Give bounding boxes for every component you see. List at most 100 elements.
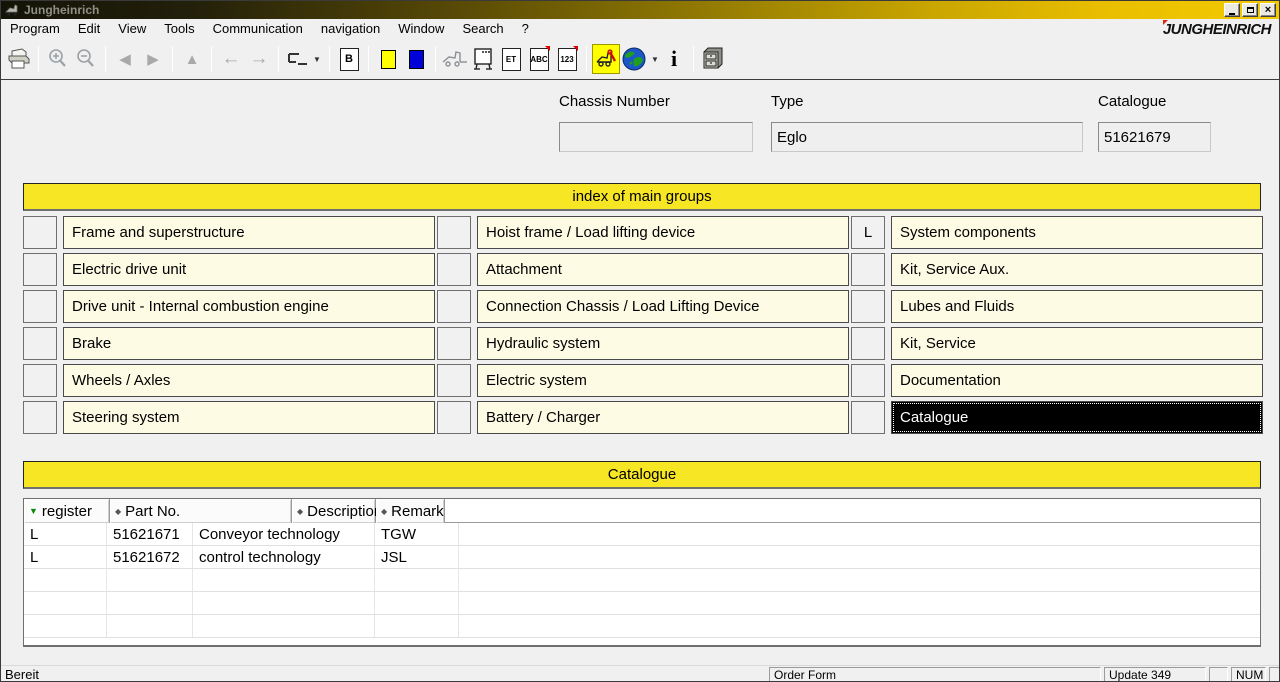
page-back-button[interactable]: ◀ (111, 44, 139, 74)
main-group-cell[interactable]: Steering system (63, 401, 435, 434)
toolbar-separator (38, 46, 39, 72)
empty-table-row (24, 569, 1260, 592)
menu-item[interactable]: Edit (69, 19, 109, 39)
table-row[interactable]: L 51621672 control technology JSL (24, 546, 1260, 569)
main-group-cell[interactable]: Electric drive unit (63, 253, 435, 286)
main-group-cell[interactable]: Kit, Service (891, 327, 1263, 360)
menu-item[interactable]: Search (453, 19, 512, 39)
page-forward-button[interactable]: ▶ (139, 44, 167, 74)
main-group-cell[interactable]: Electric system (477, 364, 849, 397)
menu-item[interactable]: ? (513, 19, 538, 39)
main-group-cell[interactable]: Wheels / Axles (63, 364, 435, 397)
close-button[interactable]: × (1260, 3, 1276, 17)
catalogue-number-input[interactable] (1098, 122, 1211, 152)
logo-text: UNGHEINRICH (1170, 20, 1272, 38)
register-indicator (851, 290, 885, 323)
toolbar-separator (172, 46, 173, 72)
main-group-row: Frame and superstructure (23, 216, 435, 249)
blue-square-icon (408, 49, 424, 69)
main-group-row: Drive unit - Internal combustion engine (23, 290, 435, 323)
register-indicator (23, 327, 57, 360)
column-header[interactable]: ◆ Description (292, 499, 382, 523)
charger-cabinet-icon (474, 48, 492, 70)
abc-document-icon: ABC (529, 45, 550, 71)
restore-button[interactable] (1242, 3, 1258, 17)
menubar: Program Edit View Tools Communication navigat… (1, 19, 1279, 39)
zoom-out-button[interactable] (72, 44, 100, 74)
main-group-cell[interactable]: Catalogue (891, 401, 1263, 434)
titlebar: Jungheinrich × (1, 1, 1279, 19)
abc-doc-label: ABC (530, 54, 548, 64)
register-indicator: L (851, 216, 885, 249)
toolbar-separator (586, 46, 587, 72)
charger-cabinet-button[interactable] (469, 44, 497, 74)
menu-item[interactable]: navigation (312, 19, 389, 39)
archive-button[interactable] (699, 44, 727, 74)
zoom-in-icon (49, 49, 66, 67)
main-group-cell[interactable]: Frame and superstructure (63, 216, 435, 249)
main-group-cell[interactable]: Battery / Charger (477, 401, 849, 434)
main-group-cell[interactable]: Attachment (477, 253, 849, 286)
main-group-row: Electric drive unit (23, 253, 435, 286)
type-input[interactable] (771, 122, 1083, 152)
main-group-cell[interactable]: Connection Chassis / Load Lifting Device (477, 290, 849, 323)
menu-item[interactable]: Tools (155, 19, 203, 39)
menu-item[interactable]: Window (389, 19, 453, 39)
minimize-button[interactable] (1224, 3, 1240, 17)
b-document-button[interactable]: B (335, 44, 363, 74)
history-back-button[interactable]: ← (217, 44, 245, 74)
menu-item[interactable]: Communication (204, 19, 312, 39)
main-group-cell[interactable]: Hoist frame / Load lifting device (477, 216, 849, 249)
main-group-cell[interactable]: Drive unit - Internal combustion engine (63, 290, 435, 323)
main-group-cell[interactable]: Kit, Service Aux. (891, 253, 1263, 286)
main-group-row: Wheels / Axles (23, 364, 435, 397)
main-group-cell[interactable]: Documentation (891, 364, 1263, 397)
main-group-cell[interactable]: Brake (63, 327, 435, 360)
forklift-button[interactable] (441, 44, 469, 74)
chassis-number-input[interactable] (559, 122, 753, 152)
zoom-in-button[interactable] (44, 44, 72, 74)
blue-marker-button[interactable] (402, 44, 430, 74)
catalogue-table-body: L 51621671 Conveyor technology TGW L 516… (24, 523, 1260, 569)
main-group-cell[interactable]: Hydraulic system (477, 327, 849, 360)
language-globe-button[interactable]: ▼ (620, 44, 660, 74)
num-doc-label: 123 (560, 54, 574, 64)
tree-view-button[interactable]: ▼ (284, 44, 324, 74)
yellow-marker-button[interactable] (374, 44, 402, 74)
zoom-out-icon (77, 49, 94, 67)
print-button[interactable] (5, 44, 33, 74)
column-header[interactable]: ▼ register (24, 499, 110, 523)
column-header[interactable]: ◆ Part No. (110, 499, 292, 523)
main-group-row: Electric system (437, 364, 849, 397)
toolbar-separator (368, 46, 369, 72)
toolbar-separator (211, 46, 212, 72)
column-header[interactable]: ◆ Remark (376, 499, 445, 523)
service-info-button[interactable] (592, 44, 620, 74)
main-group-row: Attachment (437, 253, 849, 286)
sort-marker-icon: ◆ (115, 506, 122, 516)
main-group-cell[interactable]: System components (891, 216, 1263, 249)
menu-item[interactable]: Program (1, 19, 69, 39)
toolbar-separator (329, 46, 330, 72)
et-document-button[interactable]: ET (497, 44, 525, 74)
numeric-document-icon: 123 (557, 45, 578, 71)
service-forklift-icon (596, 49, 617, 67)
window-title: Jungheinrich (24, 3, 100, 17)
up-level-button[interactable]: ▲ (178, 44, 206, 74)
numeric-document-button[interactable]: 123 (553, 44, 581, 74)
menu-item[interactable]: View (109, 19, 155, 39)
history-forward-button[interactable]: → (245, 44, 273, 74)
main-group-row: Kit, Service Aux. (851, 253, 1263, 286)
abc-document-button[interactable]: ABC (525, 44, 553, 74)
globe-icon (622, 47, 646, 71)
toolbar-separator (278, 46, 279, 72)
table-row[interactable]: L 51621671 Conveyor technology TGW (24, 523, 1260, 546)
main-group-row: Hydraulic system (437, 327, 849, 360)
cell-part-no: 51621671 (107, 523, 193, 545)
status-empty-panel (1269, 667, 1279, 681)
register-indicator (23, 253, 57, 286)
column-header-label: Description (307, 502, 383, 520)
register-indicator (851, 364, 885, 397)
info-button[interactable]: i (660, 44, 688, 74)
main-group-cell[interactable]: Lubes and Fluids (891, 290, 1263, 323)
